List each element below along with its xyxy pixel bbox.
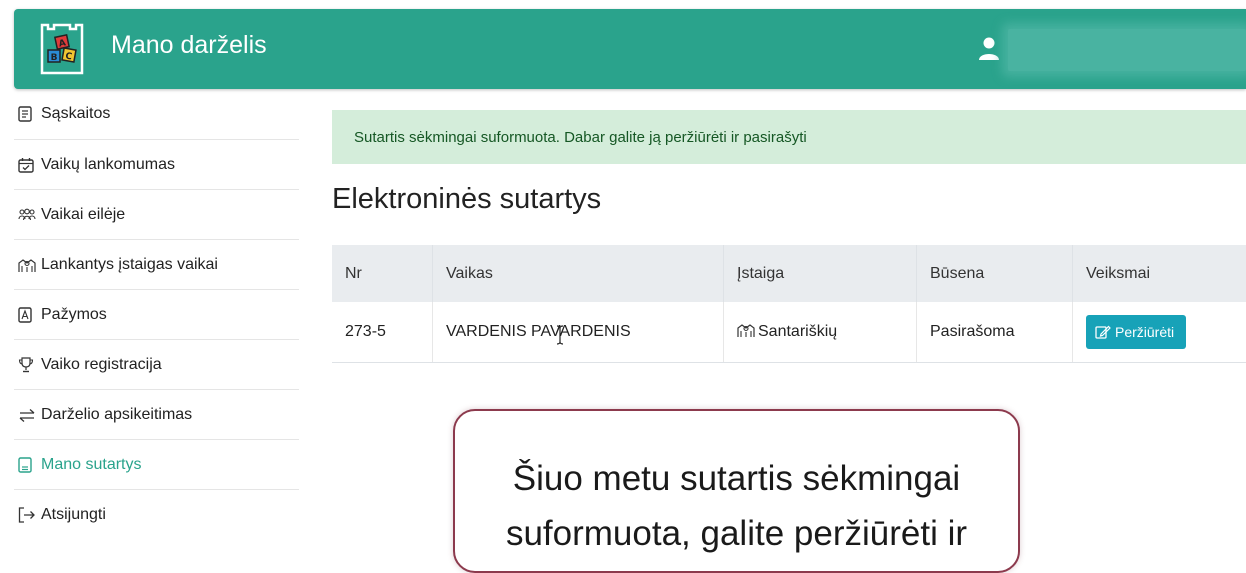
- success-alert: Sutartis sėkmingai suformuota. Dabar gal…: [332, 110, 1246, 164]
- sidebar-item-registracija[interactable]: Vaiko registracija: [14, 340, 299, 390]
- column-header-veiksmai: Veiksmai: [1073, 245, 1246, 302]
- sidebar-item-mano-sutartys[interactable]: Mano sutartys: [14, 440, 299, 490]
- column-header-vaikas: Vaikas: [433, 245, 724, 302]
- sidebar-item-label: Vaikų lankomumas: [41, 156, 175, 174]
- annotation-callout: Šiuo metu sutartis sėkmingai suformuota,…: [453, 409, 1020, 573]
- callout-line-1: Šiuo metu sutartis sėkmingai: [455, 453, 1018, 505]
- trophy-icon: [18, 356, 36, 374]
- sidebar-item-label: Lankantys įstaigas vaikai: [41, 256, 218, 274]
- app-logo-icon[interactable]: A B C: [36, 19, 88, 79]
- sidebar-item-saskaitos[interactable]: Sąskaitos: [14, 90, 299, 140]
- sidebar-item-atsijungti[interactable]: Atsijungti: [14, 490, 299, 539]
- people-icon: [18, 206, 36, 224]
- cell-veiksmai: Peržiūrėti: [1073, 302, 1246, 363]
- sidebar-item-label: Pažymos: [41, 306, 107, 324]
- user-name-blurred[interactable]: [1008, 29, 1246, 71]
- sidebar-item-label: Atsijungti: [41, 506, 106, 524]
- pdf-file-icon: [18, 306, 36, 324]
- receipt-icon: [18, 105, 36, 123]
- svg-text:B: B: [51, 53, 58, 63]
- building-icon: [737, 322, 755, 343]
- text-cursor-icon: [556, 325, 564, 350]
- swap-arrows-icon: [18, 406, 36, 424]
- cell-istaiga: Santariškių: [724, 302, 917, 363]
- column-header-nr: Nr: [332, 245, 433, 302]
- cell-nr: 273-5: [332, 302, 433, 363]
- contracts-table: Nr Vaikas Įstaiga Būsena Veiksmai 273-5 …: [332, 245, 1246, 363]
- sidebar-item-label: Mano sutartys: [41, 456, 141, 474]
- logout-icon: [18, 506, 36, 524]
- sidebar-item-lankomumas[interactable]: Vaikų lankomumas: [14, 140, 299, 190]
- sidebar-item-label: Vaiko registracija: [41, 356, 162, 374]
- user-icon[interactable]: [977, 36, 1001, 62]
- app-title[interactable]: Mano darželis: [111, 31, 267, 60]
- building-icon: [18, 256, 36, 274]
- cell-vaikas: VARDENIS PAVARDENIS: [433, 302, 724, 363]
- sidebar-item-pazymos[interactable]: Pažymos: [14, 290, 299, 340]
- document-icon: [18, 456, 36, 474]
- calendar-check-icon: [18, 156, 36, 174]
- sidebar-item-vaikai-eileje[interactable]: Vaikai eilėje: [14, 190, 299, 240]
- sidebar-item-lankantys[interactable]: Lankantys įstaigas vaikai: [14, 240, 299, 290]
- alert-text: Sutartis sėkmingai suformuota. Dabar gal…: [354, 129, 807, 146]
- callout-line-2: suformuota, galite peržiūrėti ir: [455, 508, 1018, 560]
- institution-name: Santariškių: [758, 323, 837, 340]
- column-header-istaiga: Įstaiga: [724, 245, 917, 302]
- sidebar-item-label: Darželio apsikeitimas: [41, 406, 192, 424]
- top-navbar: A B C Mano darželis: [14, 9, 1246, 89]
- table-header-row: Nr Vaikas Įstaiga Būsena Veiksmai: [332, 245, 1246, 302]
- sidebar: Sąskaitos Vaikų lankomumas Vaikai eilėje…: [14, 90, 299, 539]
- column-header-busena: Būsena: [917, 245, 1073, 302]
- table-row: 273-5 VARDENIS PAVARDENIS Santariškių Pa…: [332, 302, 1246, 363]
- view-button-label: Peržiūrėti: [1115, 324, 1174, 340]
- sidebar-item-label: Sąskaitos: [41, 105, 110, 123]
- cell-busena: Pasirašoma: [917, 302, 1073, 363]
- view-contract-button[interactable]: Peržiūrėti: [1086, 315, 1186, 349]
- edit-icon: [1095, 325, 1111, 339]
- sidebar-item-label: Vaikai eilėje: [41, 206, 125, 224]
- sidebar-item-apsikeitimas[interactable]: Darželio apsikeitimas: [14, 390, 299, 440]
- page-title: Elektroninės sutartys: [332, 183, 601, 216]
